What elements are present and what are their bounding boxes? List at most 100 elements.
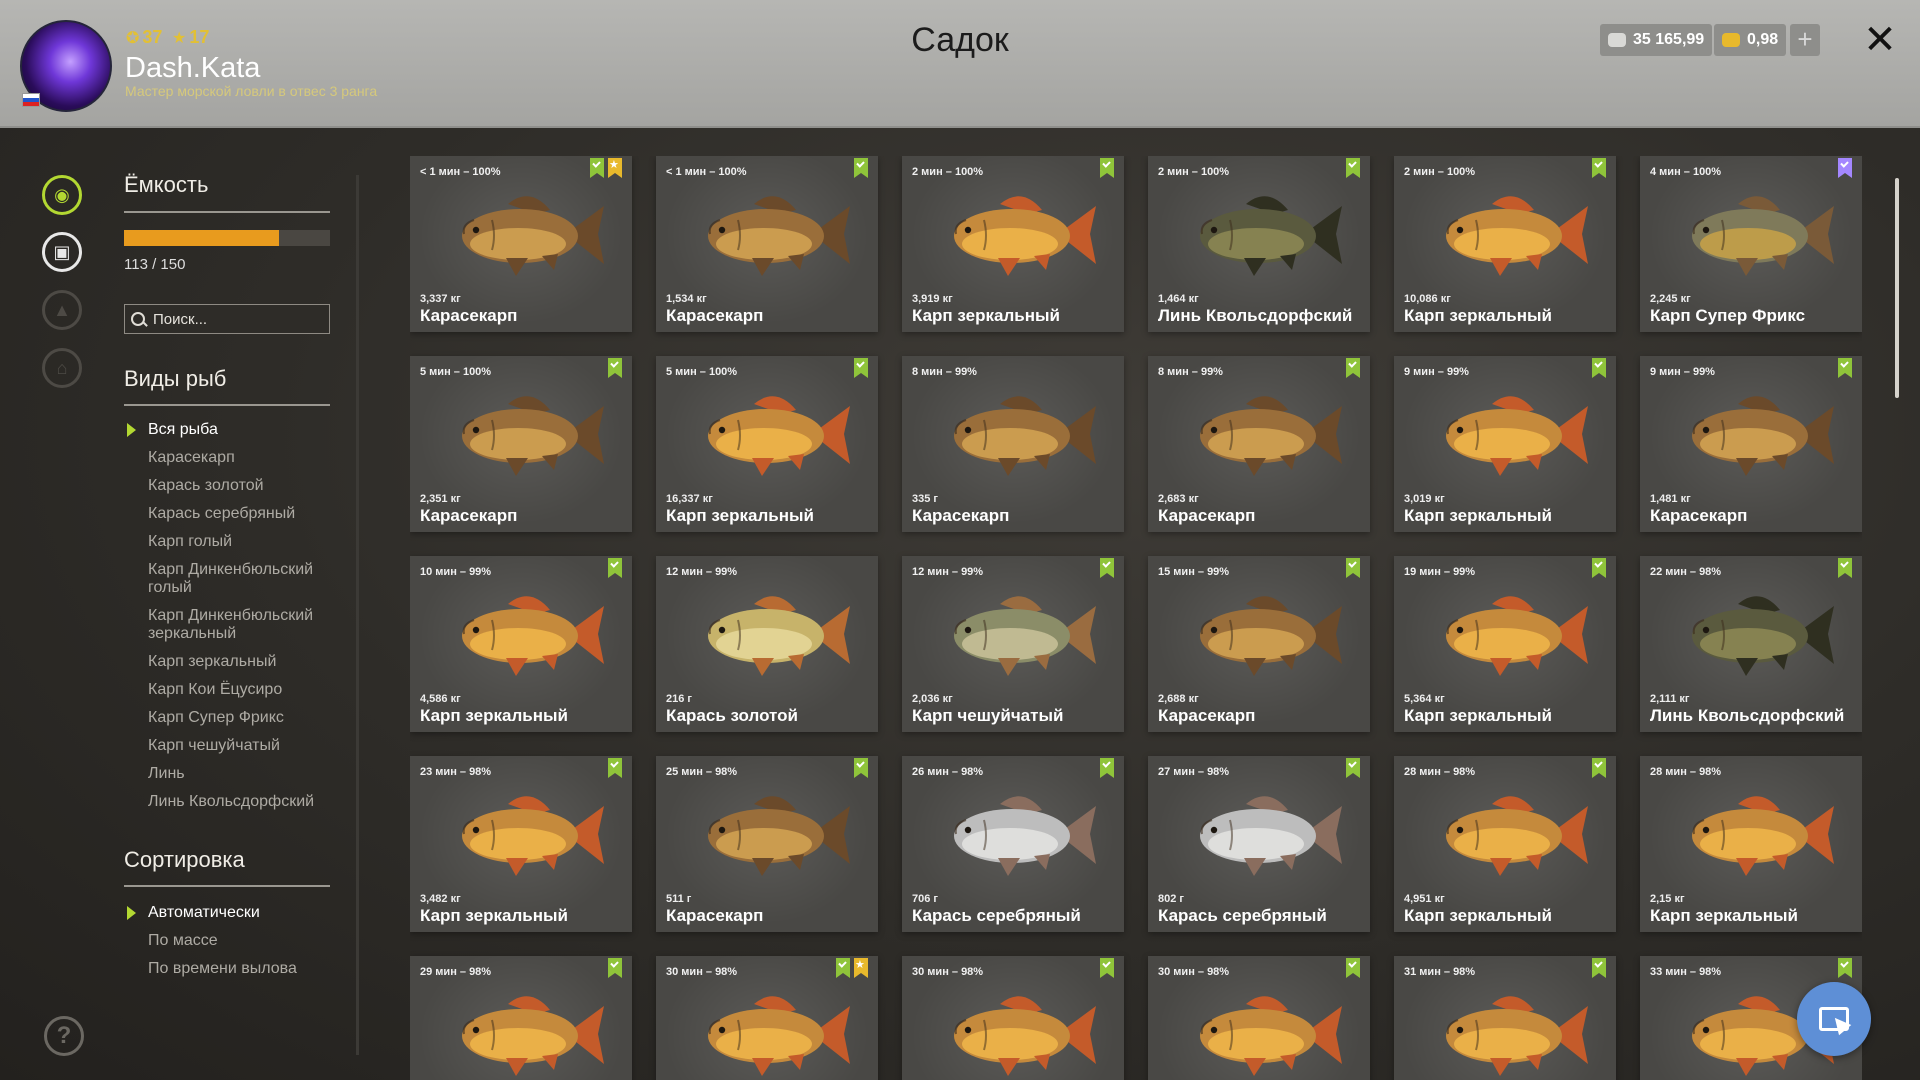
species-filter-item[interactable]: Линь Квольсдорфский xyxy=(148,793,338,811)
fish-card[interactable]: 4 мин – 100% 2,245 кг Карп Супер Фрикс xyxy=(1640,156,1862,332)
bookmark-check-icon[interactable] xyxy=(1592,358,1606,378)
trophy-star-icon[interactable]: ★ xyxy=(854,958,868,978)
bookmark-check-icon[interactable] xyxy=(836,958,850,978)
fish-image xyxy=(438,384,608,484)
fish-image xyxy=(1668,184,1838,284)
fish-image xyxy=(1200,196,1342,276)
fish-card[interactable]: 26 мин – 98% 706 г Карась серебряный xyxy=(902,756,1124,932)
fish-card[interactable]: 30 мин – 98% xyxy=(902,956,1124,1080)
species-filter-item[interactable]: Карп Супер Фрикс xyxy=(148,709,338,727)
fish-card[interactable]: 8 мин – 99% 2,683 кг Карасекарп xyxy=(1148,356,1370,532)
species-filter-item[interactable]: Карась золотой xyxy=(148,477,338,495)
fish-card[interactable]: 27 мин – 98% 802 г Карась серебряный xyxy=(1148,756,1370,932)
fish-card[interactable]: 12 мин – 99% 216 г Карась золотой xyxy=(656,556,878,732)
check-icon xyxy=(1348,959,1357,968)
trophy-icon[interactable]: ▲ xyxy=(42,290,82,330)
species-filter-item[interactable]: Карп чешуйчатый xyxy=(148,737,338,755)
species-filter-item[interactable]: Вся рыба xyxy=(127,421,338,439)
bookmark-check-icon[interactable] xyxy=(1346,958,1360,978)
fish-card[interactable]: 29 мин – 98% xyxy=(410,956,632,1080)
cursor-mode-button[interactable] xyxy=(1797,982,1871,1056)
fish-card[interactable]: 2 мин – 100% 3,919 кг Карп зеркальный xyxy=(902,156,1124,332)
badges xyxy=(608,758,622,778)
check-icon xyxy=(856,759,865,768)
bookmark-check-icon[interactable] xyxy=(1100,958,1114,978)
bookmark-check-icon[interactable] xyxy=(1592,158,1606,178)
bookmark-check-icon[interactable] xyxy=(854,158,868,178)
bookmark-check-icon[interactable] xyxy=(1592,558,1606,578)
bookmark-check-icon[interactable] xyxy=(1346,758,1360,778)
bookmark-check-icon[interactable] xyxy=(854,358,868,378)
fish-card[interactable]: 25 мин – 98% 511 г Карасекарп xyxy=(656,756,878,932)
fish-card[interactable]: 9 мин – 99% 3,019 кг Карп зеркальный xyxy=(1394,356,1616,532)
bookmark-check-icon[interactable] xyxy=(1592,958,1606,978)
species-filter-item[interactable]: Линь xyxy=(148,765,338,783)
home-icon[interactable]: ⌂ xyxy=(42,348,82,388)
species-filter-item[interactable]: Карась серебряный xyxy=(148,505,338,523)
fish-card[interactable]: 28 мин – 98% 4,951 кг Карп зеркальный xyxy=(1394,756,1616,932)
badges xyxy=(1592,358,1606,378)
trophy-star-icon[interactable]: ★ xyxy=(608,158,622,178)
species-filter-item[interactable]: Карп Динкенбюльский зеркальный xyxy=(148,607,338,643)
bookmark-check-icon[interactable] xyxy=(1838,558,1852,578)
check-icon xyxy=(1102,159,1111,168)
bookmark-check-icon[interactable] xyxy=(608,558,622,578)
add-currency-button[interactable]: + xyxy=(1790,24,1820,56)
bookmark-check-icon[interactable] xyxy=(1100,558,1114,578)
species-filter-item[interactable]: Карп зеркальный xyxy=(148,653,338,671)
fish-card[interactable]: 30 мин – 98% xyxy=(1148,956,1370,1080)
fish-card[interactable]: 19 мин – 99% 5,364 кг Карп зеркальный xyxy=(1394,556,1616,732)
close-icon[interactable]: ✕ xyxy=(1860,18,1900,62)
fish-card[interactable]: 12 мин – 99% 2,036 кг Карп чешуйчатый xyxy=(902,556,1124,732)
fish-card[interactable]: 31 мин – 98% xyxy=(1394,956,1616,1080)
sort-option[interactable]: По времени вылова xyxy=(148,960,338,978)
bookmark-check-icon[interactable] xyxy=(590,158,604,178)
bookmark-check-icon[interactable] xyxy=(1100,158,1114,178)
fish-card[interactable]: 5 мин – 100% 16,337 кг Карп зеркальный xyxy=(656,356,878,532)
fish-card[interactable]: 15 мин – 99% 2,688 кг Карасекарп xyxy=(1148,556,1370,732)
gold-balance: 0,98 xyxy=(1714,24,1787,56)
species-filter-item[interactable]: Карасекарп xyxy=(148,449,338,467)
sort-option[interactable]: Автоматически xyxy=(127,904,338,922)
fish-card[interactable]: < 1 мин – 100% 3,337 кг Карасекарп ★ xyxy=(410,156,632,332)
badges xyxy=(608,958,622,978)
bookmark-check-icon[interactable] xyxy=(854,758,868,778)
scrollbar[interactable] xyxy=(1895,178,1899,398)
sort-option[interactable]: По массе xyxy=(148,932,338,950)
bookmark-check-icon[interactable] xyxy=(1346,558,1360,578)
bookmark-check-icon[interactable] xyxy=(1838,358,1852,378)
bookmark-check-icon[interactable] xyxy=(1838,958,1852,978)
fish-card[interactable]: 30 мин – 98% ★ xyxy=(656,956,878,1080)
fish-card[interactable]: 28 мин – 98% 2,15 кг Карп зеркальный xyxy=(1640,756,1862,932)
bookmark-check-icon[interactable] xyxy=(1592,758,1606,778)
rare-bookmark-icon[interactable] xyxy=(1838,158,1852,178)
bookmark-check-icon[interactable] xyxy=(1346,158,1360,178)
search-field[interactable] xyxy=(124,304,330,334)
bookmark-check-icon[interactable] xyxy=(608,758,622,778)
fish-card[interactable]: 5 мин – 100% 2,351 кг Карасекарп xyxy=(410,356,632,532)
fish-card[interactable]: 9 мин – 99% 1,481 кг Карасекарп xyxy=(1640,356,1862,532)
fish-weight: 2,688 кг xyxy=(1158,693,1199,705)
bookmark-check-icon[interactable] xyxy=(1346,358,1360,378)
help-button[interactable]: ? xyxy=(44,1016,84,1056)
fish-image xyxy=(708,396,850,476)
species-filter-item[interactable]: Карп Кои Ёцусиро xyxy=(148,681,338,699)
search-input[interactable] xyxy=(153,310,323,328)
fish-icon[interactable]: ◉ xyxy=(42,175,82,215)
bookmark-check-icon[interactable] xyxy=(608,358,622,378)
bookmark-check-icon[interactable] xyxy=(1100,758,1114,778)
badges xyxy=(1100,158,1114,178)
top-bar: ✪ 37 ★ 17 Dash.Kata Мастер морской ловли в… xyxy=(0,0,1920,128)
keepnet-icon[interactable]: ▣ xyxy=(42,232,82,272)
fish-card[interactable]: 10 мин – 99% 4,586 кг Карп зеркальный xyxy=(410,556,632,732)
bookmark-check-icon[interactable] xyxy=(608,958,622,978)
fish-card[interactable]: 22 мин – 98% 2,111 кг Линь Квольсдорфский xyxy=(1640,556,1862,732)
fish-card[interactable]: 2 мин – 100% 10,086 кг Карп зеркальный xyxy=(1394,156,1616,332)
fish-card[interactable]: < 1 мин – 100% 1,534 кг Карасекарп xyxy=(656,156,878,332)
fish-card[interactable]: 8 мин – 99% 335 г Карасекарп xyxy=(902,356,1124,532)
species-filter-item[interactable]: Карп голый xyxy=(148,533,338,551)
fish-card[interactable]: 23 мин – 98% 3,482 кг Карп зеркальный xyxy=(410,756,632,932)
species-filter-item[interactable]: Карп Динкенбюльский голый xyxy=(148,561,338,597)
fish-card[interactable]: 2 мин – 100% 1,464 кг Линь Квольсдорфский xyxy=(1148,156,1370,332)
badges xyxy=(1592,158,1606,178)
